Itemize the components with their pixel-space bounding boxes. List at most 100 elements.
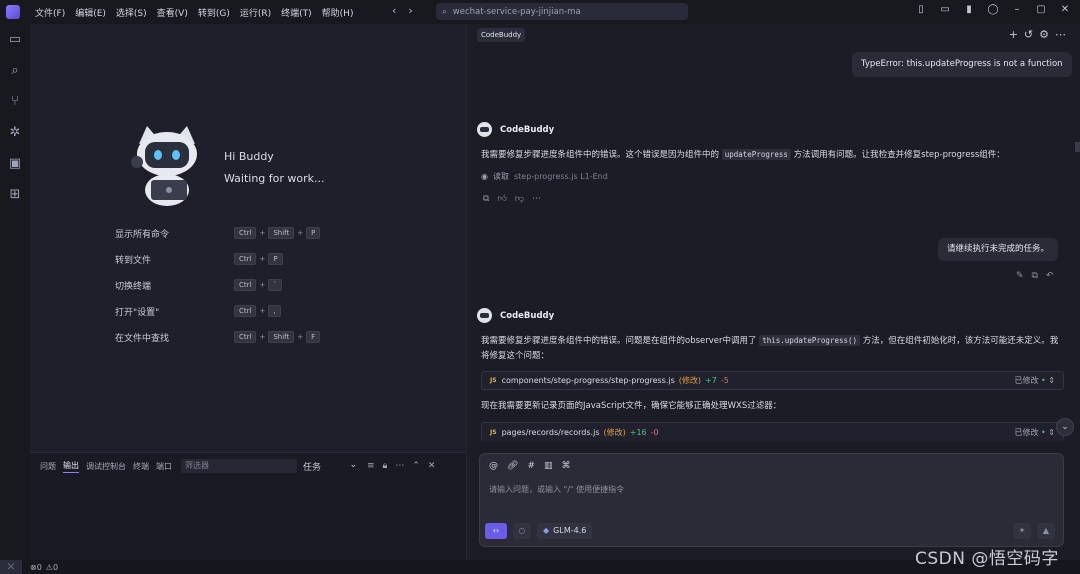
command-search[interactable]: ⌕ wechat-service-pay-jinjian-ma [436,3,688,20]
shortcut-show-commands[interactable]: 显示所有命令 Ctrl + Shift + P [115,220,323,246]
menu-terminal[interactable]: 终端(T) [276,6,317,19]
tab-problems[interactable]: 问题 [40,461,56,472]
forward-icon[interactable]: › [408,4,412,17]
copy-icon[interactable]: ⧉ [483,194,489,204]
message-text: 我需要修复步骤进度条组件中的错误。这个错误是因为组件中的 [481,150,720,160]
assistant-message: 我需要修复步骤进度条组件中的错误。问题是在组件的observer中调用了 thi… [481,333,1065,364]
toggle-secondary-sidebar-icon[interactable]: ▮ [962,4,976,15]
bottom-panel: 问题 输出 调试控制台 终端 端口 筛选器 任务 ⌄ ≡ 🔒︎ ⋯ ⌃ ✕ [30,452,466,560]
menu-bar: 文件(F) 编辑(E) 选择(S) 查看(V) 转到(G) 运行(R) 终端(T… [30,6,358,19]
menu-run[interactable]: 运行(R) [235,6,276,19]
more-icon[interactable]: ⋯ [1055,28,1066,41]
errors-icon[interactable]: ⊗ [30,563,37,572]
minimize-icon[interactable]: – [1010,4,1024,15]
key-cap: ` [268,279,282,291]
source-control-icon[interactable]: ⑂ [0,86,30,117]
edit-icon[interactable]: ✎ [1016,271,1024,281]
close-icon[interactable]: ✕ [1058,4,1072,15]
remote-indicator-icon[interactable]: ⤫ [0,560,22,574]
undo-icon[interactable]: ↶ [1046,271,1054,281]
output-channel-value: 任务 [303,462,322,473]
panel-tab-bar: 问题 输出 调试控制台 终端 端口 筛选器 任务 ⌄ ≡ 🔒︎ ⋯ ⌃ ✕ [30,453,466,479]
clear-output-icon[interactable]: ≡ [367,461,375,471]
hash-icon[interactable]: # [527,461,535,471]
user-message: TypeError: this.updateProgress is not a … [852,52,1072,77]
codebuddy-chat: CodeBuddy + ↺ ⚙ ⋯ TypeError: this.update… [467,24,1080,560]
rules-icon[interactable]: ⌘ [562,461,571,471]
back-icon[interactable]: ‹ [392,4,396,17]
expand-icon[interactable]: ⇕ [1048,376,1055,385]
history-icon[interactable]: ↺ [1024,28,1033,41]
eye-icon: ◉ [481,172,488,181]
warning-count[interactable]: 0 [53,563,58,572]
tool-read-file[interactable]: ◉ 读取 step-progress.js L1-End [481,171,608,182]
model-select[interactable]: ◆ GLM-4.6 [537,523,593,539]
menu-edit[interactable]: 编辑(E) [70,6,111,19]
shortcut-find-in-files[interactable]: 在文件中查找 Ctrl + Shift + F [115,324,323,350]
settings-gear-icon[interactable]: ⚙ [1039,28,1049,41]
chat-input-box[interactable]: @ 🔗︎ # ▥ ⌘ 请输入问题，或输入 "/" 使用便捷指令 ‹› ◌ ◆ GL… [479,453,1064,547]
menu-view[interactable]: 查看(V) [152,6,193,19]
menu-goto[interactable]: 转到(G) [193,6,235,19]
toggle-sidebar-icon[interactable]: ▯ [914,4,928,15]
new-chat-icon[interactable]: + [1009,28,1018,41]
shortcut-goto-file[interactable]: 转到文件 Ctrl + P [115,246,323,272]
menu-select[interactable]: 选择(S) [111,6,152,19]
menu-help[interactable]: 帮助(H) [317,6,359,19]
key-cap: P [306,227,321,239]
status-text: 已修改 [1014,427,1039,437]
file-change-card[interactable]: JS pages/records/records.js (修改) +16 -0 … [481,422,1064,441]
search-view-icon[interactable]: ⌕ [0,55,30,86]
link-icon[interactable]: 🔗︎ [507,461,518,471]
maximize-icon[interactable]: ▢ [1034,4,1048,15]
shortcut-label: 在文件中查找 [115,333,170,344]
message-text: 我需要修复步骤进度条组件中的错误。问题是在组件的observer中调用了 [481,336,757,346]
book-icon[interactable]: ▥ [544,461,553,471]
warnings-icon[interactable]: ⚠ [46,563,53,572]
chat-scrollbar[interactable] [1075,142,1080,152]
shortcut-open-settings[interactable]: 打开"设置" Ctrl + , [115,298,323,324]
more-icon[interactable]: ⋯ [395,461,404,471]
file-change-card[interactable]: JS components/step-progress/step-progres… [481,371,1064,390]
chat-input-placeholder[interactable]: 请输入问题，或输入 "/" 使用便捷指令 [489,484,624,495]
close-panel-icon[interactable]: ✕ [428,461,436,471]
expand-icon[interactable]: ⇕ [1048,428,1055,437]
tab-debug-console[interactable]: 调试控制台 [86,461,126,472]
chat-mode-button[interactable]: ◌ [513,523,531,539]
model-name: GLM-4.6 [553,526,587,535]
change-type: (修改) [603,427,626,437]
mention-icon[interactable]: @ [489,461,498,471]
maximize-panel-icon[interactable]: ⌃ [412,461,420,471]
remote-explorer-icon[interactable]: ▣ [0,148,30,179]
error-count[interactable]: 0 [37,563,42,572]
thumbs-down-icon[interactable]: 👎︎ [515,194,524,204]
panel-actions: ≡ 🔒︎ ⋯ ⌃ ✕ [367,461,435,471]
filter-input[interactable]: 筛选器 [181,459,297,473]
scroll-to-bottom-button[interactable]: ⌄ [1056,418,1074,436]
robot-mascot-icon [131,126,197,206]
send-icon[interactable]: ▲ [1037,523,1055,539]
code-mode-button[interactable]: ‹› [485,523,507,539]
search-text: wechat-service-pay-jinjian-ma [452,6,581,17]
enhance-prompt-icon[interactable]: ✦ [1013,523,1031,539]
account-icon[interactable]: ◯ [986,4,1000,15]
menu-file[interactable]: 文件(F) [30,6,70,19]
tab-ports[interactable]: 端口 [156,461,172,472]
window-controls: ▯ ▭ ▮ ◯ – ▢ ✕ [914,4,1072,15]
shortcut-toggle-terminal[interactable]: 切换终端 Ctrl + ` [115,272,323,298]
extensions-icon[interactable]: ⊞ [0,179,30,210]
lines-removed: -5 [720,376,729,385]
lock-icon[interactable]: 🔒︎ [383,461,388,471]
thumbs-up-icon[interactable]: 👍︎ [497,194,506,204]
input-send-controls: ✦ ▲ [1013,523,1055,539]
tab-terminal[interactable]: 终端 [133,461,149,472]
more-icon[interactable]: ⋯ [532,194,541,204]
explorer-icon[interactable]: ▭ [0,24,30,55]
key-cap: Ctrl [234,279,257,291]
key-cap: Shift [268,227,295,239]
tab-output[interactable]: 输出 [63,460,79,473]
copy-icon[interactable]: ⧉ [1032,271,1038,281]
toggle-panel-icon[interactable]: ▭ [938,4,952,15]
output-channel-select[interactable]: 任务 ⌄ [303,460,357,473]
debug-icon[interactable]: ✲ [0,117,30,148]
